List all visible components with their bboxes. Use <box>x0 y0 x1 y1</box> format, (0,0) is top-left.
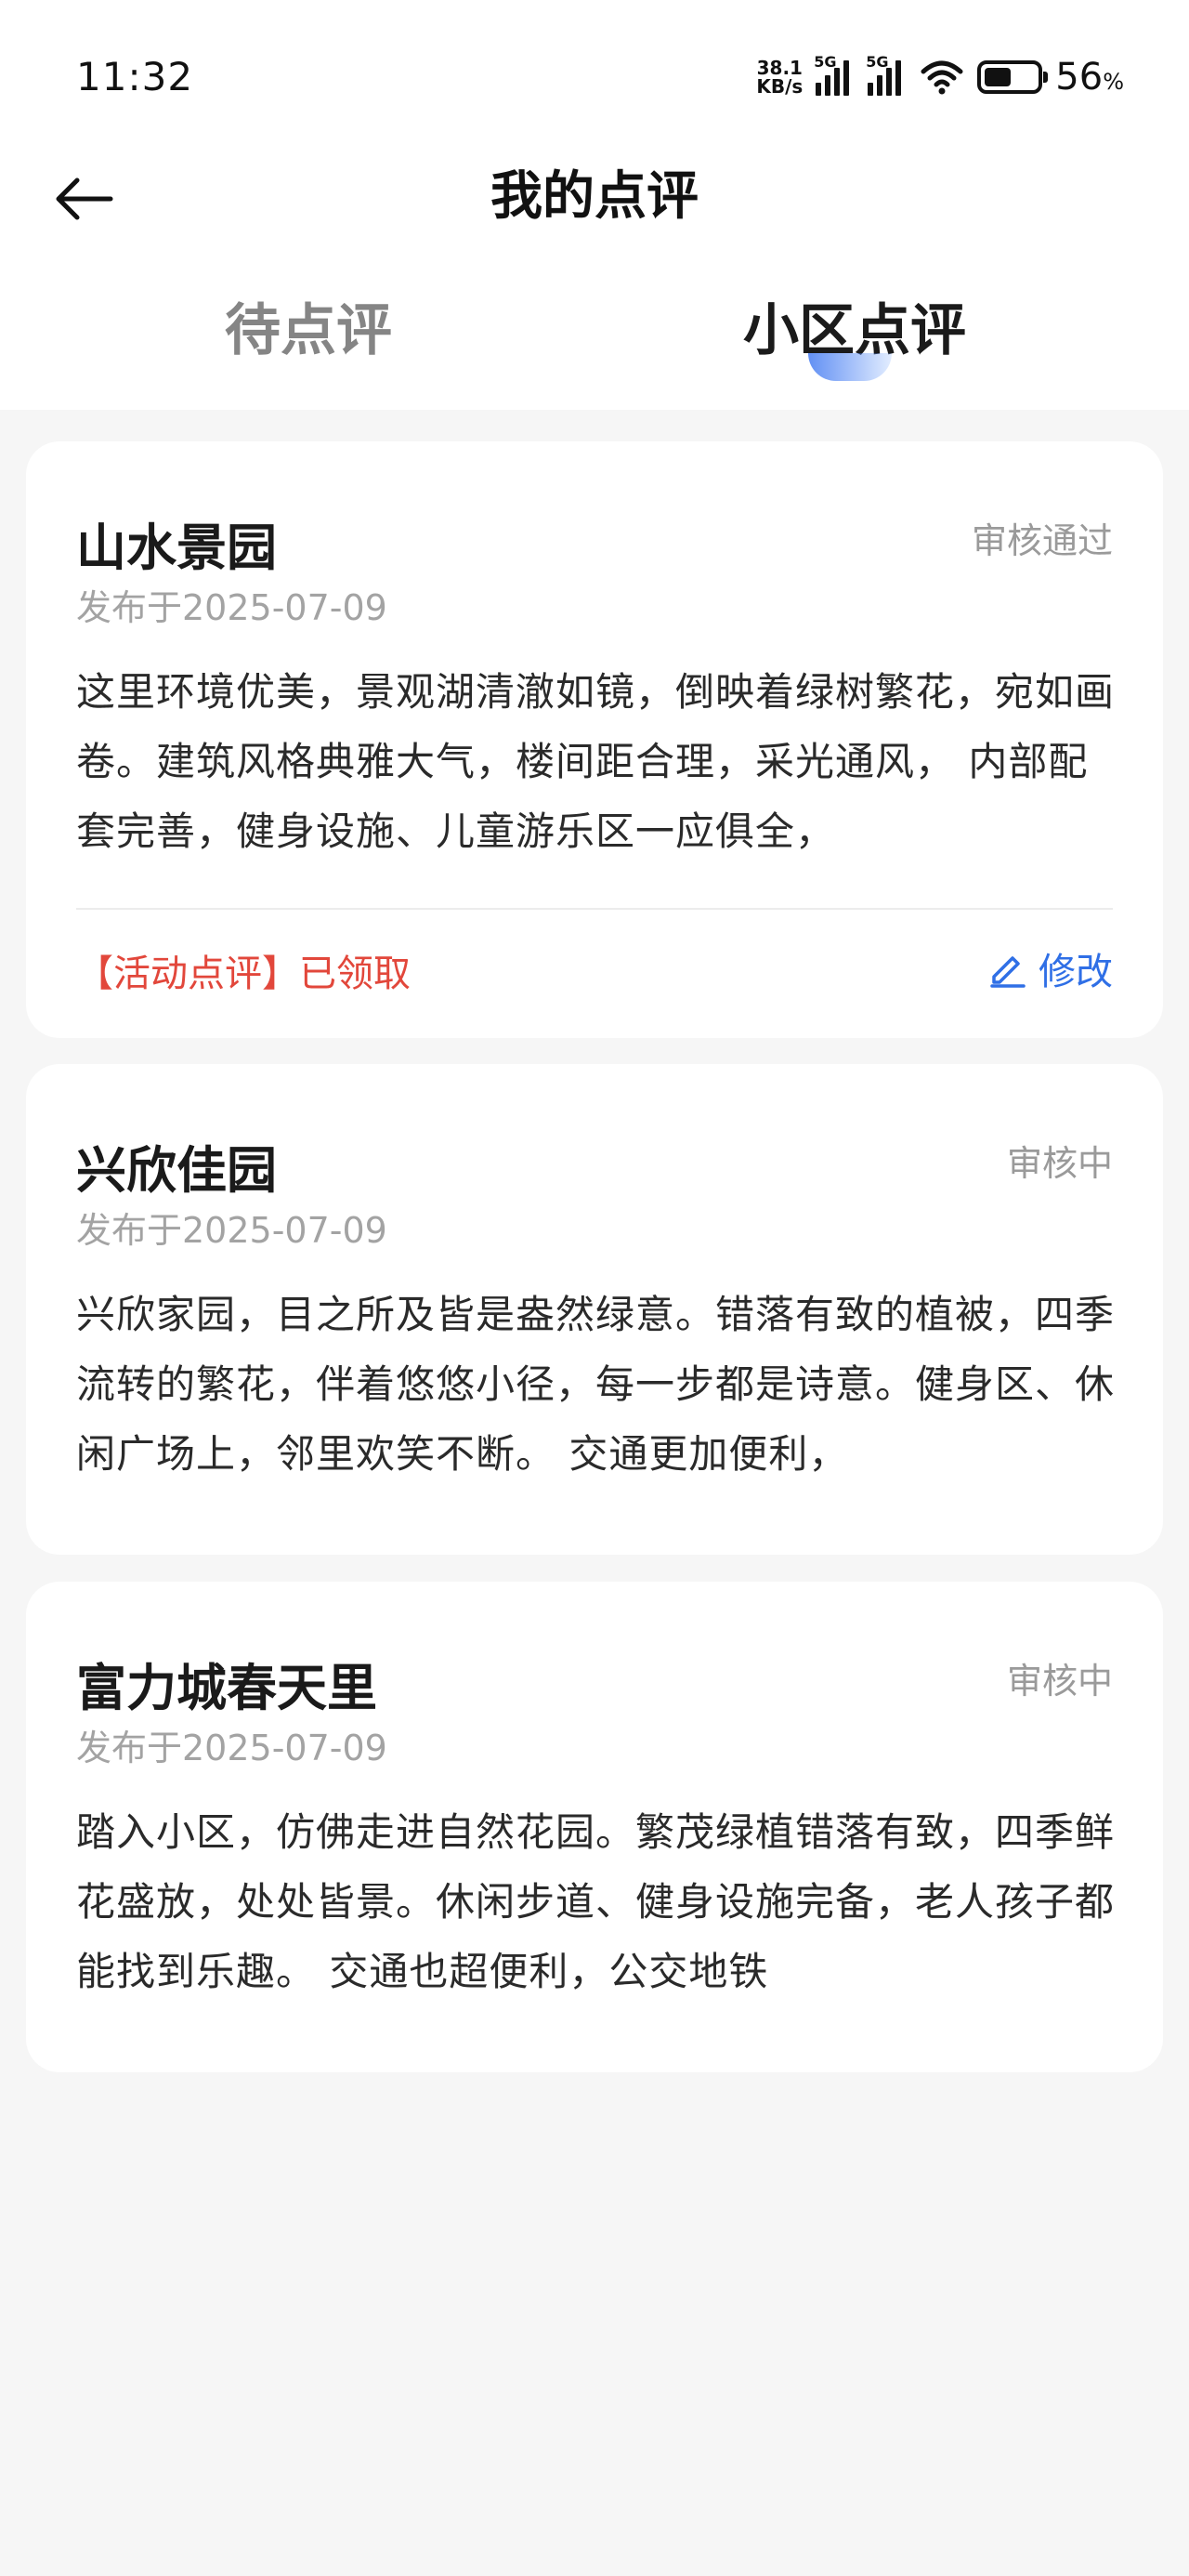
review-card[interactable]: 兴欣佳园 审核中 发布于2025-07-09 兴欣家园，目之所及皆是盎然绿意。错… <box>26 1064 1163 1555</box>
signal-icon-sim1: 5G <box>814 53 855 96</box>
review-text: 踏入小区，仿佛走进自然花园。繁茂绿植错落有致，四季鲜花盛放，处处皆景。休闲步道、… <box>76 1809 1116 1994</box>
review-card[interactable]: 山水景园 审核通过 发布于2025-07-09 这里环境优美，景观湖清澈如镜，倒… <box>26 441 1163 1038</box>
divider <box>76 908 1113 910</box>
status-bar: 11:32 38.1 KB/s 5G 5G 56% <box>0 0 1189 139</box>
sim1-network-type: 5G <box>814 53 837 71</box>
battery-level-value: 56 <box>1055 56 1104 99</box>
review-status: 审核通过 <box>971 520 1113 561</box>
tab-pending-review[interactable]: 待点评 <box>11 294 606 368</box>
network-speed: 38.1 KB/s <box>756 59 803 96</box>
review-status: 审核中 <box>1006 1143 1113 1184</box>
edit-button[interactable]: 修改 <box>988 941 1113 995</box>
sim2-network-type: 5G <box>866 53 889 71</box>
activity-reward-label: 【活动点评】已领取 <box>76 953 411 995</box>
signal-icon-sim2: 5G <box>866 53 907 96</box>
publish-date: 发布于2025-07-09 <box>76 1210 387 1251</box>
publish-date: 发布于2025-07-09 <box>76 587 387 628</box>
battery-icon <box>977 60 1049 94</box>
review-status: 审核中 <box>1006 1661 1113 1702</box>
active-tab-indicator <box>808 353 892 381</box>
network-speed-unit: KB/s <box>756 75 804 98</box>
tab-bar: 待点评 小区点评 <box>0 256 1189 410</box>
battery-level: 56% <box>1055 56 1124 99</box>
network-speed-value: 38.1 <box>756 57 803 79</box>
estate-name: 山水景园 <box>76 519 277 577</box>
status-icons: 38.1 KB/s 5G 5G 56% <box>756 53 1124 100</box>
estate-name: 富力城春天里 <box>76 1659 377 1717</box>
review-text: 这里环境优美，景观湖清澈如镜，倒映着绿树繁花，宛如画卷。建筑风格典雅大气，楼间距… <box>76 669 1116 854</box>
battery-level-unit: % <box>1103 69 1124 95</box>
status-time: 11:32 <box>76 54 194 99</box>
edit-button-label: 修改 <box>1039 951 1113 993</box>
app-header: 我的点评 <box>0 139 1189 256</box>
estate-name: 兴欣佳园 <box>76 1141 277 1200</box>
publish-date: 发布于2025-07-09 <box>76 1728 387 1768</box>
review-text: 兴欣家园，目之所及皆是盎然绿意。错落有致的植被，四季流转的繁花，伴着悠悠小径，每… <box>76 1292 1116 1477</box>
edit-pencil-icon <box>990 956 1026 988</box>
wifi-icon <box>921 60 963 95</box>
review-card[interactable]: 富力城春天里 审核中 发布于2025-07-09 踏入小区，仿佛走进自然花园。繁… <box>26 1582 1163 2072</box>
page-title: 我的点评 <box>490 166 699 227</box>
